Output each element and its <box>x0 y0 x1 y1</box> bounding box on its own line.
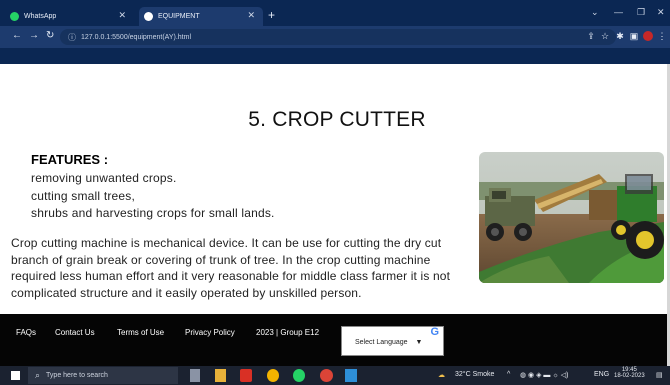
reload-icon[interactable]: ↻ <box>46 30 54 42</box>
sidebar-icon[interactable]: ▣ <box>629 31 639 41</box>
taskbar-search[interactable]: ⌕ Type here to search <box>28 367 178 384</box>
avatar[interactable] <box>643 31 653 41</box>
description-line: Crop cutting machine is mechanical devic… <box>11 236 442 250</box>
address-bar[interactable]: ⓘ 127.0.0.1:5500/equipment(AY).html <box>60 29 616 45</box>
language-select-label: Select Language ▼ <box>355 339 422 346</box>
tab-label: WhatsApp <box>24 13 57 20</box>
tray-chevron-icon[interactable]: ^ <box>507 371 510 378</box>
info-icon[interactable]: ⓘ <box>68 32 76 43</box>
chrome-icon <box>144 12 153 21</box>
language-select[interactable]: Select Language ▼ G <box>341 326 444 356</box>
clock[interactable]: 19:45 18-02-2023 <box>614 367 645 379</box>
whatsapp-icon <box>10 12 19 21</box>
feature-item: shrubs and harvesting crops for small la… <box>31 206 275 220</box>
page-title: 5. CROP CUTTER <box>248 108 426 131</box>
feature-item: cutting small trees, <box>31 189 136 203</box>
site-header <box>0 48 670 64</box>
close-window-icon[interactable]: ✕ <box>657 7 665 18</box>
features-heading: FEATURES : <box>31 152 109 167</box>
star-icon[interactable]: ☆ <box>600 31 610 41</box>
language-select-text: Select Language <box>355 339 408 346</box>
crop-cutter-photo <box>479 152 664 283</box>
description: Crop cutting machine is mechanical devic… <box>11 235 471 301</box>
whatsapp-taskbar-icon[interactable] <box>293 369 305 382</box>
chevron-down-icon: ▼ <box>415 339 423 346</box>
google-icon: G <box>430 326 439 338</box>
search-icon: ⌕ <box>35 370 41 380</box>
footer-link-contact[interactable]: Contact Us <box>55 328 95 337</box>
footer-link-faqs[interactable]: FAQs <box>16 328 36 337</box>
tray-icons[interactable]: ◍ ◉ ◈ ▬ ☼ ◁) <box>520 371 568 379</box>
tab-label: EQUIPMENT <box>158 13 200 20</box>
site-footer <box>0 314 667 366</box>
notification-icon[interactable]: ▤ <box>656 371 663 379</box>
description-line: required less human effort and it very r… <box>11 269 451 283</box>
footer-link-terms[interactable]: Terms of Use <box>117 328 164 337</box>
task-view-icon[interactable] <box>190 369 200 382</box>
footer-link-privacy[interactable]: Privacy Policy <box>185 328 235 337</box>
browser-toolbar: ← → ↻ ⓘ 127.0.0.1:5500/equipment(AY).htm… <box>0 26 670 48</box>
search-placeholder: Type here to search <box>46 372 108 379</box>
copyright-text: 2023 | Group E12 <box>256 328 320 337</box>
forward-icon[interactable]: → <box>29 30 39 42</box>
gmail-icon[interactable] <box>240 369 252 382</box>
file-explorer-icon[interactable] <box>215 369 226 382</box>
chrome-active-icon[interactable] <box>320 369 333 382</box>
chevron-down-icon[interactable]: ⌄ <box>591 7 599 18</box>
browser-tab-bar: WhatsApp ✕ EQUIPMENT ✕ + ⌄ — ❐ ✕ <box>0 0 670 26</box>
menu-icon[interactable]: ⋮ <box>657 31 667 41</box>
back-icon[interactable]: ← <box>12 30 22 42</box>
share-icon[interactable]: ⇪ <box>586 31 596 41</box>
windows-start-icon[interactable] <box>11 371 20 380</box>
tractor-field-image <box>479 152 664 283</box>
windows-taskbar: ⌕ Type here to search ☁ 32°C Smoke ^ ◍ ◉… <box>0 366 670 385</box>
chrome-taskbar-icon[interactable] <box>267 369 279 382</box>
tab-equipment[interactable]: EQUIPMENT ✕ <box>139 7 263 26</box>
tab-whatsapp[interactable]: WhatsApp ✕ <box>10 7 134 26</box>
feature-item: removing unwanted crops. <box>31 171 177 185</box>
weather-icon: ☁ <box>438 372 445 379</box>
description-line: branch of grain break or covering of tru… <box>11 252 431 267</box>
new-tab-icon[interactable]: + <box>268 9 275 21</box>
close-icon[interactable]: ✕ <box>247 10 255 21</box>
clock-date: 18-02-2023 <box>614 373 645 379</box>
weather-text[interactable]: 32°C Smoke <box>455 371 494 378</box>
url-text: 127.0.0.1:5500/equipment(AY).html <box>81 33 191 41</box>
extensions-icon[interactable]: ✱ <box>615 31 625 41</box>
restore-icon[interactable]: ❐ <box>637 7 645 18</box>
vscode-icon[interactable] <box>345 369 357 382</box>
close-icon[interactable]: ✕ <box>118 10 126 21</box>
minimize-icon[interactable]: — <box>614 7 623 17</box>
description-line: complicated structure and it easily oper… <box>11 285 362 300</box>
input-language[interactable]: ENG <box>594 371 609 378</box>
